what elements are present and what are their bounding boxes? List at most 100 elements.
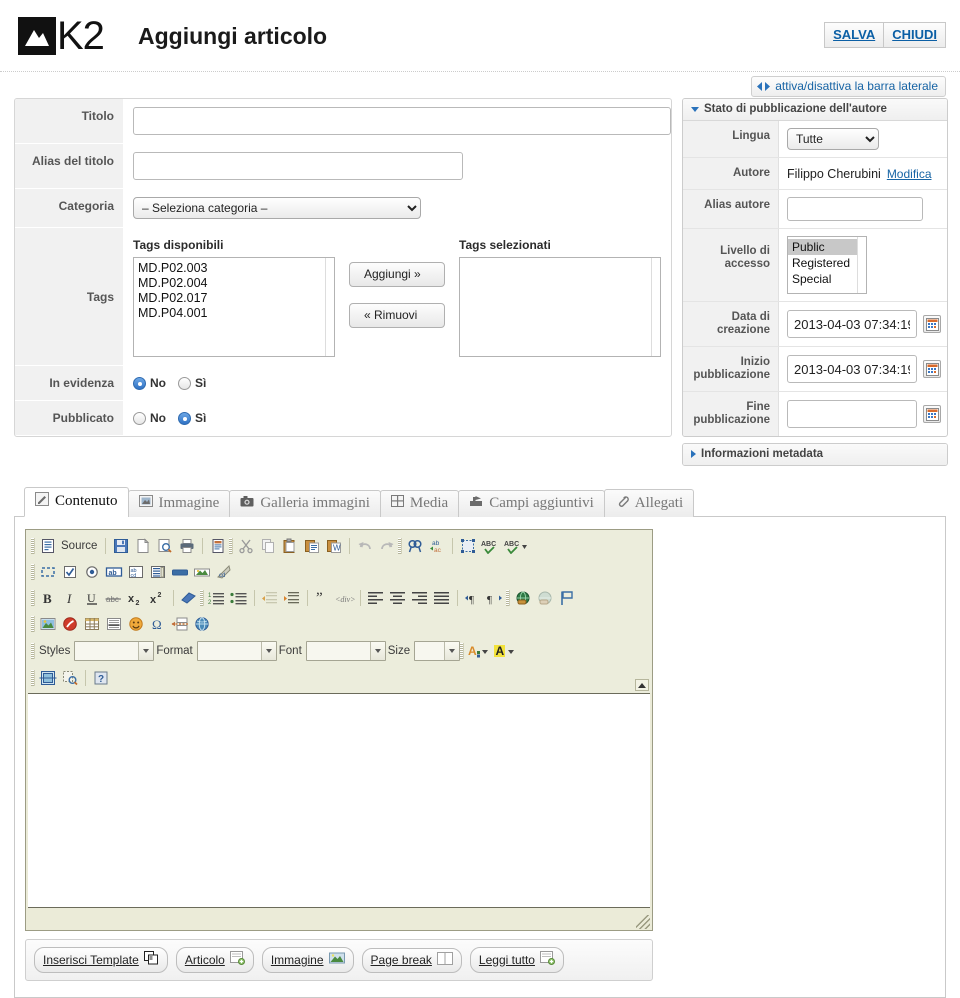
insert-table-icon[interactable] <box>81 613 103 635</box>
remove-format-icon[interactable] <box>178 587 200 609</box>
horizontal-rule-icon[interactable] <box>103 613 125 635</box>
tag-item[interactable]: MD.P02.004 <box>138 276 330 291</box>
font-combo[interactable] <box>305 641 386 661</box>
undo-icon[interactable] <box>354 535 376 557</box>
size-combo[interactable] <box>414 641 461 661</box>
tab-immagine[interactable]: Immagine <box>127 490 231 517</box>
insert-readmore-button[interactable]: Leggi tutto <box>469 947 564 973</box>
calendar-icon[interactable] <box>923 405 941 423</box>
in-evidenza-radio-no[interactable] <box>133 376 146 390</box>
select-field-icon[interactable] <box>147 561 169 583</box>
templates-icon[interactable] <box>207 535 229 557</box>
calendar-icon[interactable] <box>923 360 941 378</box>
background-color-icon[interactable]: A <box>492 640 518 662</box>
checkbox-icon[interactable] <box>59 561 81 583</box>
toolbar-grip[interactable] <box>31 564 35 580</box>
text-direction-rtl-icon[interactable]: ¶ <box>484 587 506 609</box>
publishing-panel-header[interactable]: Stato di pubblicazione dell'autore <box>683 99 947 121</box>
button-icon[interactable] <box>169 561 191 583</box>
sidebar-toggle-button[interactable]: attiva/disattiva la barra laterale <box>751 76 946 97</box>
styles-combo[interactable] <box>74 641 155 661</box>
special-char-icon[interactable]: Ω <box>147 613 169 635</box>
in-evidenza-radio-si[interactable] <box>178 376 191 390</box>
tab-allegati[interactable]: Allegati <box>603 489 695 517</box>
lingua-select[interactable]: Tutte <box>787 128 879 150</box>
new-page-icon[interactable] <box>132 535 154 557</box>
fine-pubblicazione-input[interactable] <box>787 400 917 428</box>
format-combo[interactable] <box>196 641 277 661</box>
access-option-special[interactable]: Special <box>788 271 866 287</box>
insert-flash-icon[interactable] <box>59 613 81 635</box>
replace-icon[interactable]: ab ac <box>426 535 448 557</box>
iframe-icon[interactable] <box>191 613 213 635</box>
pubblicato-radio-si[interactable] <box>178 411 191 425</box>
print-icon[interactable] <box>176 535 198 557</box>
unlink-icon[interactable] <box>534 587 556 609</box>
superscript-icon[interactable]: x2 <box>147 587 169 609</box>
titolo-input[interactable] <box>133 107 671 135</box>
paste-word-icon[interactable]: W <box>323 535 345 557</box>
increase-indent-icon[interactable] <box>281 587 303 609</box>
preview-icon[interactable] <box>154 535 176 557</box>
toolbar-collapse-button[interactable] <box>635 679 649 691</box>
tab-galleria-immagini[interactable]: Galleria immagini <box>229 490 381 517</box>
list-scrollbar[interactable] <box>651 258 660 356</box>
insert-image-icon[interactable] <box>37 613 59 635</box>
italic-icon[interactable]: I <box>59 587 81 609</box>
maximize-icon[interactable] <box>37 667 59 689</box>
alias-input[interactable] <box>133 152 463 180</box>
about-icon[interactable]: ? <box>90 667 112 689</box>
find-icon[interactable] <box>404 535 426 557</box>
close-button[interactable]: CHIUDI <box>884 22 946 48</box>
toolbar-grip[interactable] <box>31 670 35 686</box>
paste-text-icon[interactable] <box>301 535 323 557</box>
create-div-icon[interactable]: <div> <box>334 587 356 609</box>
redo-icon[interactable] <box>376 535 398 557</box>
bulleted-list-icon[interactable] <box>228 587 250 609</box>
text-field-icon[interactable]: ab <box>103 561 125 583</box>
source-icon[interactable] <box>37 535 59 557</box>
tab-media[interactable]: Media <box>379 490 460 517</box>
page-break-icon[interactable] <box>169 613 191 635</box>
toolbar-grip[interactable] <box>506 590 510 606</box>
align-center-icon[interactable] <box>387 587 409 609</box>
tag-item[interactable]: MD.P04.001 <box>138 306 330 321</box>
numbered-list-icon[interactable]: 12 <box>206 587 228 609</box>
link-icon[interactable] <box>512 587 534 609</box>
toolbar-grip[interactable] <box>398 538 403 554</box>
insert-article-button[interactable]: Articolo <box>175 947 254 973</box>
blockquote-icon[interactable]: ” <box>312 587 334 609</box>
paste-icon[interactable] <box>279 535 301 557</box>
toolbar-grip[interactable] <box>460 643 465 659</box>
insert-template-button[interactable]: Inserisci Template <box>34 947 168 973</box>
tag-item[interactable]: MD.P02.003 <box>138 261 330 276</box>
insert-image-button[interactable]: Immagine <box>261 947 354 973</box>
toolbar-grip[interactable] <box>31 616 35 632</box>
align-left-icon[interactable] <box>365 587 387 609</box>
insert-pagebreak-button[interactable]: Page break <box>361 947 462 973</box>
bold-icon[interactable]: B <box>37 587 59 609</box>
smiley-icon[interactable] <box>125 613 147 635</box>
align-right-icon[interactable] <box>409 587 431 609</box>
show-blocks-icon[interactable] <box>59 667 81 689</box>
tags-add-button[interactable]: Aggiungi » <box>349 262 445 287</box>
tag-item[interactable]: MD.P02.017 <box>138 291 330 306</box>
text-direction-ltr-icon[interactable]: ¶ <box>462 587 484 609</box>
save-icon[interactable] <box>110 535 132 557</box>
tags-selected-list[interactable] <box>459 257 661 357</box>
tab-campi-aggiuntivi[interactable]: Campi aggiuntivi <box>458 490 605 517</box>
save-button[interactable]: SALVA <box>824 22 885 48</box>
copy-icon[interactable] <box>257 535 279 557</box>
spellcheck-options-icon[interactable]: ABC <box>501 535 531 557</box>
text-color-icon[interactable]: A <box>466 640 492 662</box>
tags-available-list[interactable]: MD.P02.003 MD.P02.004 MD.P02.017 MD.P04.… <box>133 257 335 357</box>
toolbar-grip[interactable] <box>229 538 234 554</box>
radio-button-icon[interactable] <box>81 561 103 583</box>
source-label[interactable]: Source <box>61 540 97 552</box>
resize-grip[interactable] <box>636 915 650 929</box>
data-creazione-input[interactable] <box>787 310 917 338</box>
decrease-indent-icon[interactable] <box>259 587 281 609</box>
strikethrough-icon[interactable]: abc <box>103 587 125 609</box>
spellcheck-icon[interactable]: ABC <box>479 535 501 557</box>
textarea-icon[interactable]: ab cd <box>125 561 147 583</box>
